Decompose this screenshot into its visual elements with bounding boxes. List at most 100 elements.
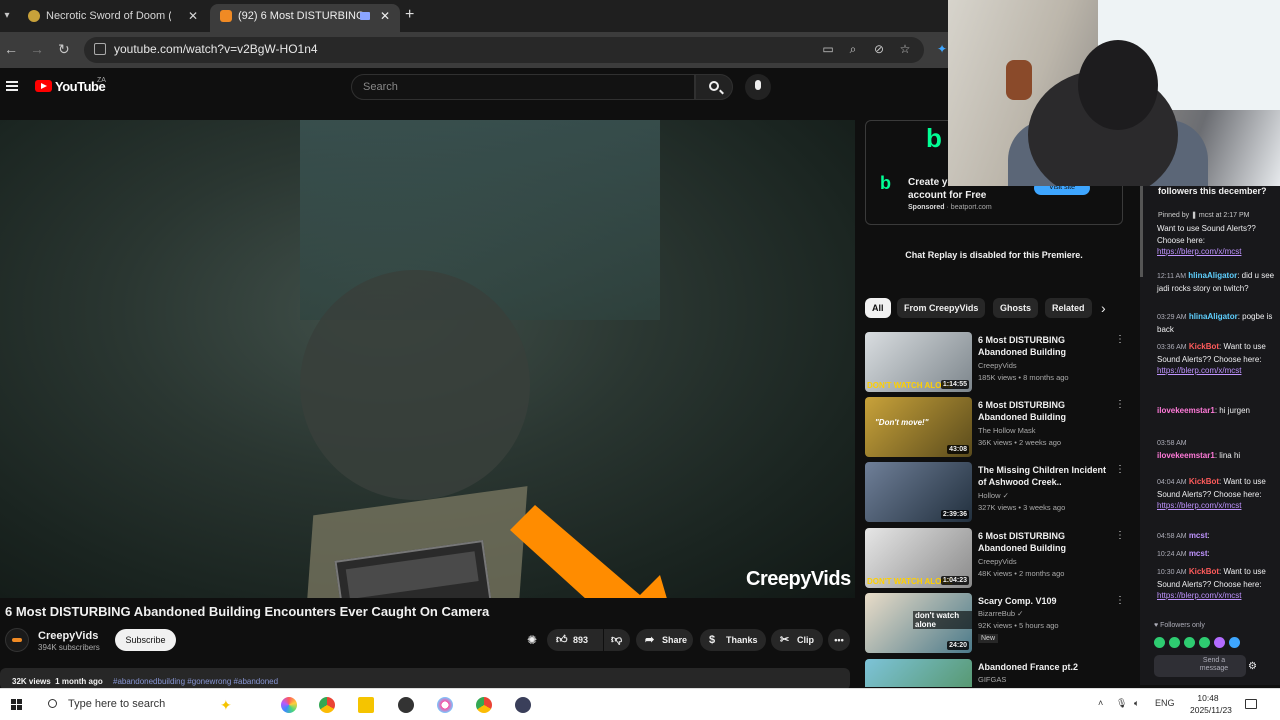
forward-arrow-icon[interactable]: → — [30, 41, 44, 57]
voice-search-button[interactable] — [745, 74, 771, 100]
description-box[interactable]: 32K views 1 month ago #abandonedbuilding… — [0, 668, 850, 690]
bookmark-star-icon[interactable]: ☆ — [898, 42, 912, 56]
chip-from-creepyvids[interactable]: From CreepyVids — [897, 298, 986, 318]
hype-icon[interactable]: ✺ — [527, 633, 537, 647]
search-placeholder: Search — [363, 81, 398, 93]
tab-search-icon[interactable]: ▾ — [0, 4, 14, 28]
tray-overflow-chevron-icon[interactable]: ˄ — [1098, 698, 1103, 708]
extension-icon[interactable]: ✦ — [935, 42, 949, 56]
ad-headline-1: Create yo — [908, 177, 954, 188]
hashtags[interactable]: #abandonedbuilding #gonewrong #abandoned — [113, 677, 278, 686]
language-indicator[interactable]: ENG — [1155, 698, 1175, 708]
more-vert-icon[interactable]: ⋮ — [1115, 399, 1125, 410]
tab-close-icon[interactable]: ✕ — [188, 4, 198, 28]
share-button[interactable]: ➦ Share — [636, 629, 693, 651]
more-vert-icon[interactable]: ⋮ — [1115, 334, 1125, 345]
channel-avatar[interactable] — [5, 628, 29, 652]
clip-button[interactable]: ✂ Clip — [771, 629, 823, 651]
notification-center-icon[interactable] — [1245, 699, 1257, 709]
video-thumbnail[interactable]: 2:39:36 — [865, 462, 972, 522]
site-info-icon[interactable] — [94, 43, 106, 55]
eye-off-icon[interactable]: ⊘ — [872, 42, 886, 56]
recommendation-item[interactable]: DON'T WATCH ALONE 1:14:55 6 Most DISTURB… — [865, 332, 1127, 394]
url-text: youtube.com/watch?v=v2BgW-HO1n4 — [114, 42, 318, 56]
chat-link[interactable]: https://blerp.com/x/mcst — [1157, 247, 1241, 256]
recommendation-item[interactable]: "Don't move!" 43:08 6 Most DISTURBING Ab… — [865, 397, 1127, 459]
browser-tab-necrotic-sword[interactable]: Necrotic Sword of Doom (Swor ✕ — [18, 4, 208, 32]
chat-input[interactable]: Send a message — [1154, 655, 1246, 677]
recommendation-meta: 92K views • 5 hours ago — [978, 621, 1059, 630]
thanks-label: Thanks — [726, 635, 758, 645]
taskbar-search-box[interactable]: Type here to search — [38, 693, 274, 717]
thumbnail-overlay-text: "Don't move!" — [875, 418, 929, 427]
chat-settings-icon[interactable]: ⚙ — [1248, 661, 1257, 672]
tab-title: (92) 6 Most DISTURBING Ab — [238, 10, 363, 22]
chat-scrollbar[interactable] — [1140, 185, 1143, 277]
more-vert-icon[interactable]: ⋮ — [1115, 530, 1125, 541]
chip-related[interactable]: Related — [1045, 298, 1092, 318]
speaker-tray-icon[interactable]: 🔈︎ — [1134, 698, 1139, 709]
photos-app-icon[interactable] — [281, 697, 297, 713]
address-bar[interactable]: youtube.com/watch?v=v2BgW-HO1n4 — [84, 37, 924, 63]
video-thumbnail[interactable]: DON'T WATCH ALONE 1:04:23 — [865, 528, 972, 588]
obs-app-icon[interactable] — [398, 697, 414, 713]
chat-link[interactable]: https://blerp.com/x/mcst — [1157, 591, 1241, 600]
chevron-right-icon[interactable]: › — [1101, 298, 1106, 318]
twitch-chat-overlay: followers this december? Pinned by ❚ mcs… — [1140, 185, 1280, 685]
app-icon[interactable] — [515, 697, 531, 713]
like-button[interactable]: 👍︎ 893 — [547, 629, 603, 651]
search-icon — [709, 81, 719, 91]
more-vert-icon[interactable]: ⋮ — [1115, 464, 1125, 475]
windows-start-icon[interactable] — [11, 699, 23, 711]
search-input[interactable]: Search — [351, 74, 695, 100]
chip-ghosts[interactable]: Ghosts — [993, 298, 1039, 318]
tab-favicon-icon — [28, 10, 40, 22]
video-thumbnail[interactable]: DON'T WATCH ALONE 1:14:55 — [865, 332, 972, 392]
search-icon — [48, 699, 57, 708]
chrome-app-icon[interactable] — [319, 697, 335, 713]
microphone-tray-icon[interactable]: 🎙︎ — [1116, 698, 1127, 709]
menu-hamburger-icon[interactable] — [6, 81, 18, 91]
chip-all[interactable]: All — [865, 298, 891, 318]
new-tab-button[interactable]: + — [405, 6, 414, 24]
dislike-button[interactable]: 👎︎ — [604, 629, 630, 651]
recommendation-item[interactable]: 2:39:36 The Missing Children Incident of… — [865, 462, 1127, 524]
install-app-icon[interactable]: ▭ — [821, 42, 835, 56]
app-icon[interactable] — [437, 697, 453, 713]
recommendation-meta: 327K views • 3 weeks ago — [978, 503, 1066, 512]
thumbnail-overlay-text: don't watch alone — [913, 611, 972, 629]
more-vert-icon[interactable]: ⋮ — [1115, 595, 1125, 606]
taskbar-clock[interactable]: 10:48 2025/11/23 — [1190, 692, 1232, 716]
recommendation-item[interactable]: Abandoned France pt.2 GIFGAS — [865, 659, 1127, 687]
chat-link[interactable]: https://blerp.com/x/mcst — [1157, 501, 1241, 510]
reload-icon[interactable]: ↻ — [58, 41, 70, 58]
emote-row[interactable] — [1154, 635, 1274, 649]
recommendation-item[interactable]: DON'T WATCH ALONE 1:04:23 6 Most DISTURB… — [865, 528, 1127, 590]
thumbnail-overlay-text: DON'T WATCH ALONE — [867, 381, 953, 390]
back-arrow-icon[interactable]: ← — [4, 41, 18, 57]
channel-name[interactable]: CreepyVids — [38, 630, 98, 642]
recommendation-item[interactable]: don't watch alone 24:20 Scary Comp. V109… — [865, 593, 1127, 655]
youtube-header: YouTube ZA Search — [0, 68, 950, 112]
tab-close-icon[interactable]: ✕ — [380, 4, 390, 28]
video-thumbnail[interactable] — [865, 659, 972, 687]
video-thumbnail[interactable]: don't watch alone 24:20 — [865, 593, 972, 653]
subscribe-button[interactable]: Subscribe — [115, 629, 176, 651]
webcam-overlay — [948, 0, 1280, 186]
video-player[interactable]: CreepyVids — [0, 120, 855, 598]
video-thumbnail[interactable]: "Don't move!" 43:08 — [865, 397, 972, 457]
more-actions-button[interactable]: ••• — [828, 629, 850, 651]
recommendation-meta: 48K views • 2 months ago — [978, 569, 1065, 578]
clock-date: 2025/11/23 — [1190, 705, 1232, 715]
microphone-icon — [755, 80, 761, 90]
file-explorer-icon[interactable] — [358, 697, 374, 713]
browser-tab-youtube-active[interactable]: (92) 6 Most DISTURBING Ab ✕ — [210, 4, 400, 32]
chat-message: ilovekeemstar1: hi jurgen — [1157, 406, 1250, 415]
youtube-logo-icon[interactable] — [35, 80, 52, 92]
search-button[interactable] — [695, 74, 733, 100]
thanks-button[interactable]: $ Thanks — [700, 629, 766, 651]
chrome-profile-app-icon[interactable] — [476, 697, 492, 713]
chat-link[interactable]: https://blerp.com/x/mcst — [1157, 366, 1241, 375]
search-highlights-icon[interactable]: ✦ — [220, 697, 232, 714]
zoom-icon[interactable]: ⌕ — [846, 42, 860, 56]
